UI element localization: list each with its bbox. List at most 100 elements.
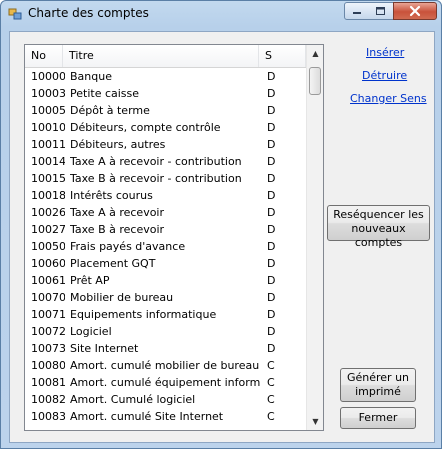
generer-button-line1: Générer un	[346, 371, 410, 384]
title-bar[interactable]: Charte des comptes	[1, 1, 441, 29]
generer-imprime-button[interactable]: Générer un imprimé	[340, 368, 416, 402]
cell-titre: Amort. Cumulé logiciel	[70, 393, 196, 406]
dialog-body: No Titre S 10000 Banque D 10003 Petite caiss…	[9, 31, 435, 443]
cell-no: 10003	[31, 87, 65, 100]
column-header-titre[interactable]: Titre	[63, 45, 259, 67]
cell-sens: D	[267, 325, 276, 338]
table-row[interactable]: 10073 Site Internet D	[25, 340, 306, 357]
maximize-button[interactable]	[369, 2, 394, 20]
cell-no: 10018	[31, 189, 65, 202]
window-title: Charte des comptes	[28, 6, 149, 20]
cell-sens: D	[267, 155, 276, 168]
resequencer-button-line1: Reséquencer les	[333, 208, 424, 221]
detruire-link[interactable]: Détruire	[362, 69, 407, 82]
cell-titre: Taxe A à recevoir	[70, 206, 165, 219]
cell-sens: D	[267, 70, 276, 83]
cell-no: 10060	[31, 257, 65, 270]
cell-titre: Taxe A à recevoir - contribution	[70, 155, 242, 168]
cell-titre: Intérêts courus	[70, 189, 153, 202]
minimize-button[interactable]	[344, 2, 370, 20]
cell-titre: Débiteurs, compte contrôle	[70, 121, 221, 134]
cell-no: 10027	[31, 223, 65, 236]
scroll-thumb[interactable]	[309, 67, 321, 95]
table-row[interactable]: 10083 Amort. cumulé Site Internet C	[25, 408, 306, 425]
cell-titre: Logiciel	[70, 325, 112, 338]
cell-titre: Taxe B à recevoir - contribution	[70, 172, 242, 185]
cell-no: 10015	[31, 172, 65, 185]
main-window: Charte des comptes No Titre S 10000 Banq…	[0, 0, 442, 449]
table-row[interactable]: 10061 Prêt AP D	[25, 272, 306, 289]
table-row[interactable]: 10027 Taxe B à recevoir D	[25, 221, 306, 238]
cell-sens: C	[267, 376, 275, 389]
cell-sens: D	[267, 87, 276, 100]
cell-no: 10080	[31, 359, 65, 372]
cell-no: 10082	[31, 393, 65, 406]
generer-button-line2: imprimé	[355, 385, 401, 398]
list-header: No Titre S	[25, 45, 306, 68]
cell-titre: Frais payés d'avance	[70, 240, 186, 253]
table-row[interactable]: 10080 Amort. cumulé mobilier de bureau C	[25, 357, 306, 374]
cell-titre: Taxe B à recevoir	[70, 223, 165, 236]
cell-sens: D	[267, 291, 276, 304]
column-header-no[interactable]: No	[25, 45, 63, 67]
table-row[interactable]: 10010 Débiteurs, compte contrôle D	[25, 119, 306, 136]
table-row[interactable]: 10026 Taxe A à recevoir D	[25, 204, 306, 221]
cell-titre: Placement GQT	[70, 257, 156, 270]
table-row[interactable]: 10060 Placement GQT D	[25, 255, 306, 272]
cell-no: 10026	[31, 206, 65, 219]
cell-titre: Prêt AP	[70, 274, 110, 287]
accounts-list[interactable]: No Titre S 10000 Banque D 10003 Petite caiss…	[24, 44, 324, 431]
cell-no: 10073	[31, 342, 65, 355]
table-row[interactable]: 10070 Mobilier de bureau D	[25, 289, 306, 306]
table-row[interactable]: 10071 Equipements informatique D	[25, 306, 306, 323]
table-row[interactable]: 10005 Dépôt à terme D	[25, 102, 306, 119]
cell-titre: Amort. cumulé mobilier de bureau	[70, 359, 260, 372]
table-row[interactable]: 10072 Logiciel D	[25, 323, 306, 340]
cell-sens: D	[267, 342, 276, 355]
maximize-icon	[376, 7, 385, 15]
cell-sens: D	[267, 206, 276, 219]
cell-sens: D	[267, 257, 276, 270]
cell-sens: D	[267, 223, 276, 236]
cell-sens: C	[267, 359, 275, 372]
vertical-scrollbar[interactable]: ▲ ▼	[306, 45, 323, 430]
minimize-icon	[353, 12, 361, 14]
table-row[interactable]: 10003 Petite caisse D	[25, 85, 306, 102]
table-row[interactable]: 10014 Taxe A à recevoir - contribution D	[25, 153, 306, 170]
close-button[interactable]	[393, 2, 437, 20]
cell-sens: D	[267, 240, 276, 253]
cell-no: 10000	[31, 70, 65, 83]
cell-sens: D	[267, 308, 276, 321]
table-row[interactable]: 10000 Banque D	[25, 68, 306, 85]
scroll-up-icon[interactable]: ▲	[307, 45, 323, 62]
cell-sens: D	[267, 138, 276, 151]
table-row[interactable]: 10011 Débiteurs, autres D	[25, 136, 306, 153]
table-row[interactable]: 10050 Frais payés d'avance D	[25, 238, 306, 255]
table-row[interactable]: 10082 Amort. Cumulé logiciel C	[25, 391, 306, 408]
cell-no: 10050	[31, 240, 65, 253]
cell-no: 10061	[31, 274, 65, 287]
column-header-s[interactable]: S	[259, 45, 306, 67]
cell-no: 10011	[31, 138, 65, 151]
cell-titre: Débiteurs, autres	[70, 138, 166, 151]
cell-titre: Petite caisse	[70, 87, 140, 100]
cell-no: 10010	[31, 121, 65, 134]
changer-sens-link[interactable]: Changer Sens	[350, 92, 427, 105]
resequencer-button[interactable]: Reséquencer les nouveaux comptes	[327, 205, 430, 249]
cell-sens: D	[267, 189, 276, 202]
scroll-down-icon[interactable]: ▼	[307, 413, 323, 430]
table-row[interactable]: 10018 Intérêts courus D	[25, 187, 306, 204]
inserer-link[interactable]: Insérer	[366, 46, 404, 59]
cell-no: 10072	[31, 325, 65, 338]
cell-titre: Equipements informatique	[70, 308, 217, 321]
cell-sens: C	[267, 410, 275, 423]
table-row[interactable]: 10081 Amort. cumulé équipement informatiq…	[25, 374, 306, 391]
table-row[interactable]: 10015 Taxe B à recevoir - contribution D	[25, 170, 306, 187]
cell-sens: D	[267, 104, 276, 117]
cell-titre: Dépôt à terme	[70, 104, 150, 117]
cell-titre: Amort. cumulé équipement informatique	[70, 376, 260, 389]
cell-titre: Banque	[70, 70, 112, 83]
resequencer-button-line2: nouveaux comptes	[351, 222, 406, 249]
fermer-button[interactable]: Fermer	[340, 407, 416, 429]
cell-titre: Site Internet	[70, 342, 139, 355]
